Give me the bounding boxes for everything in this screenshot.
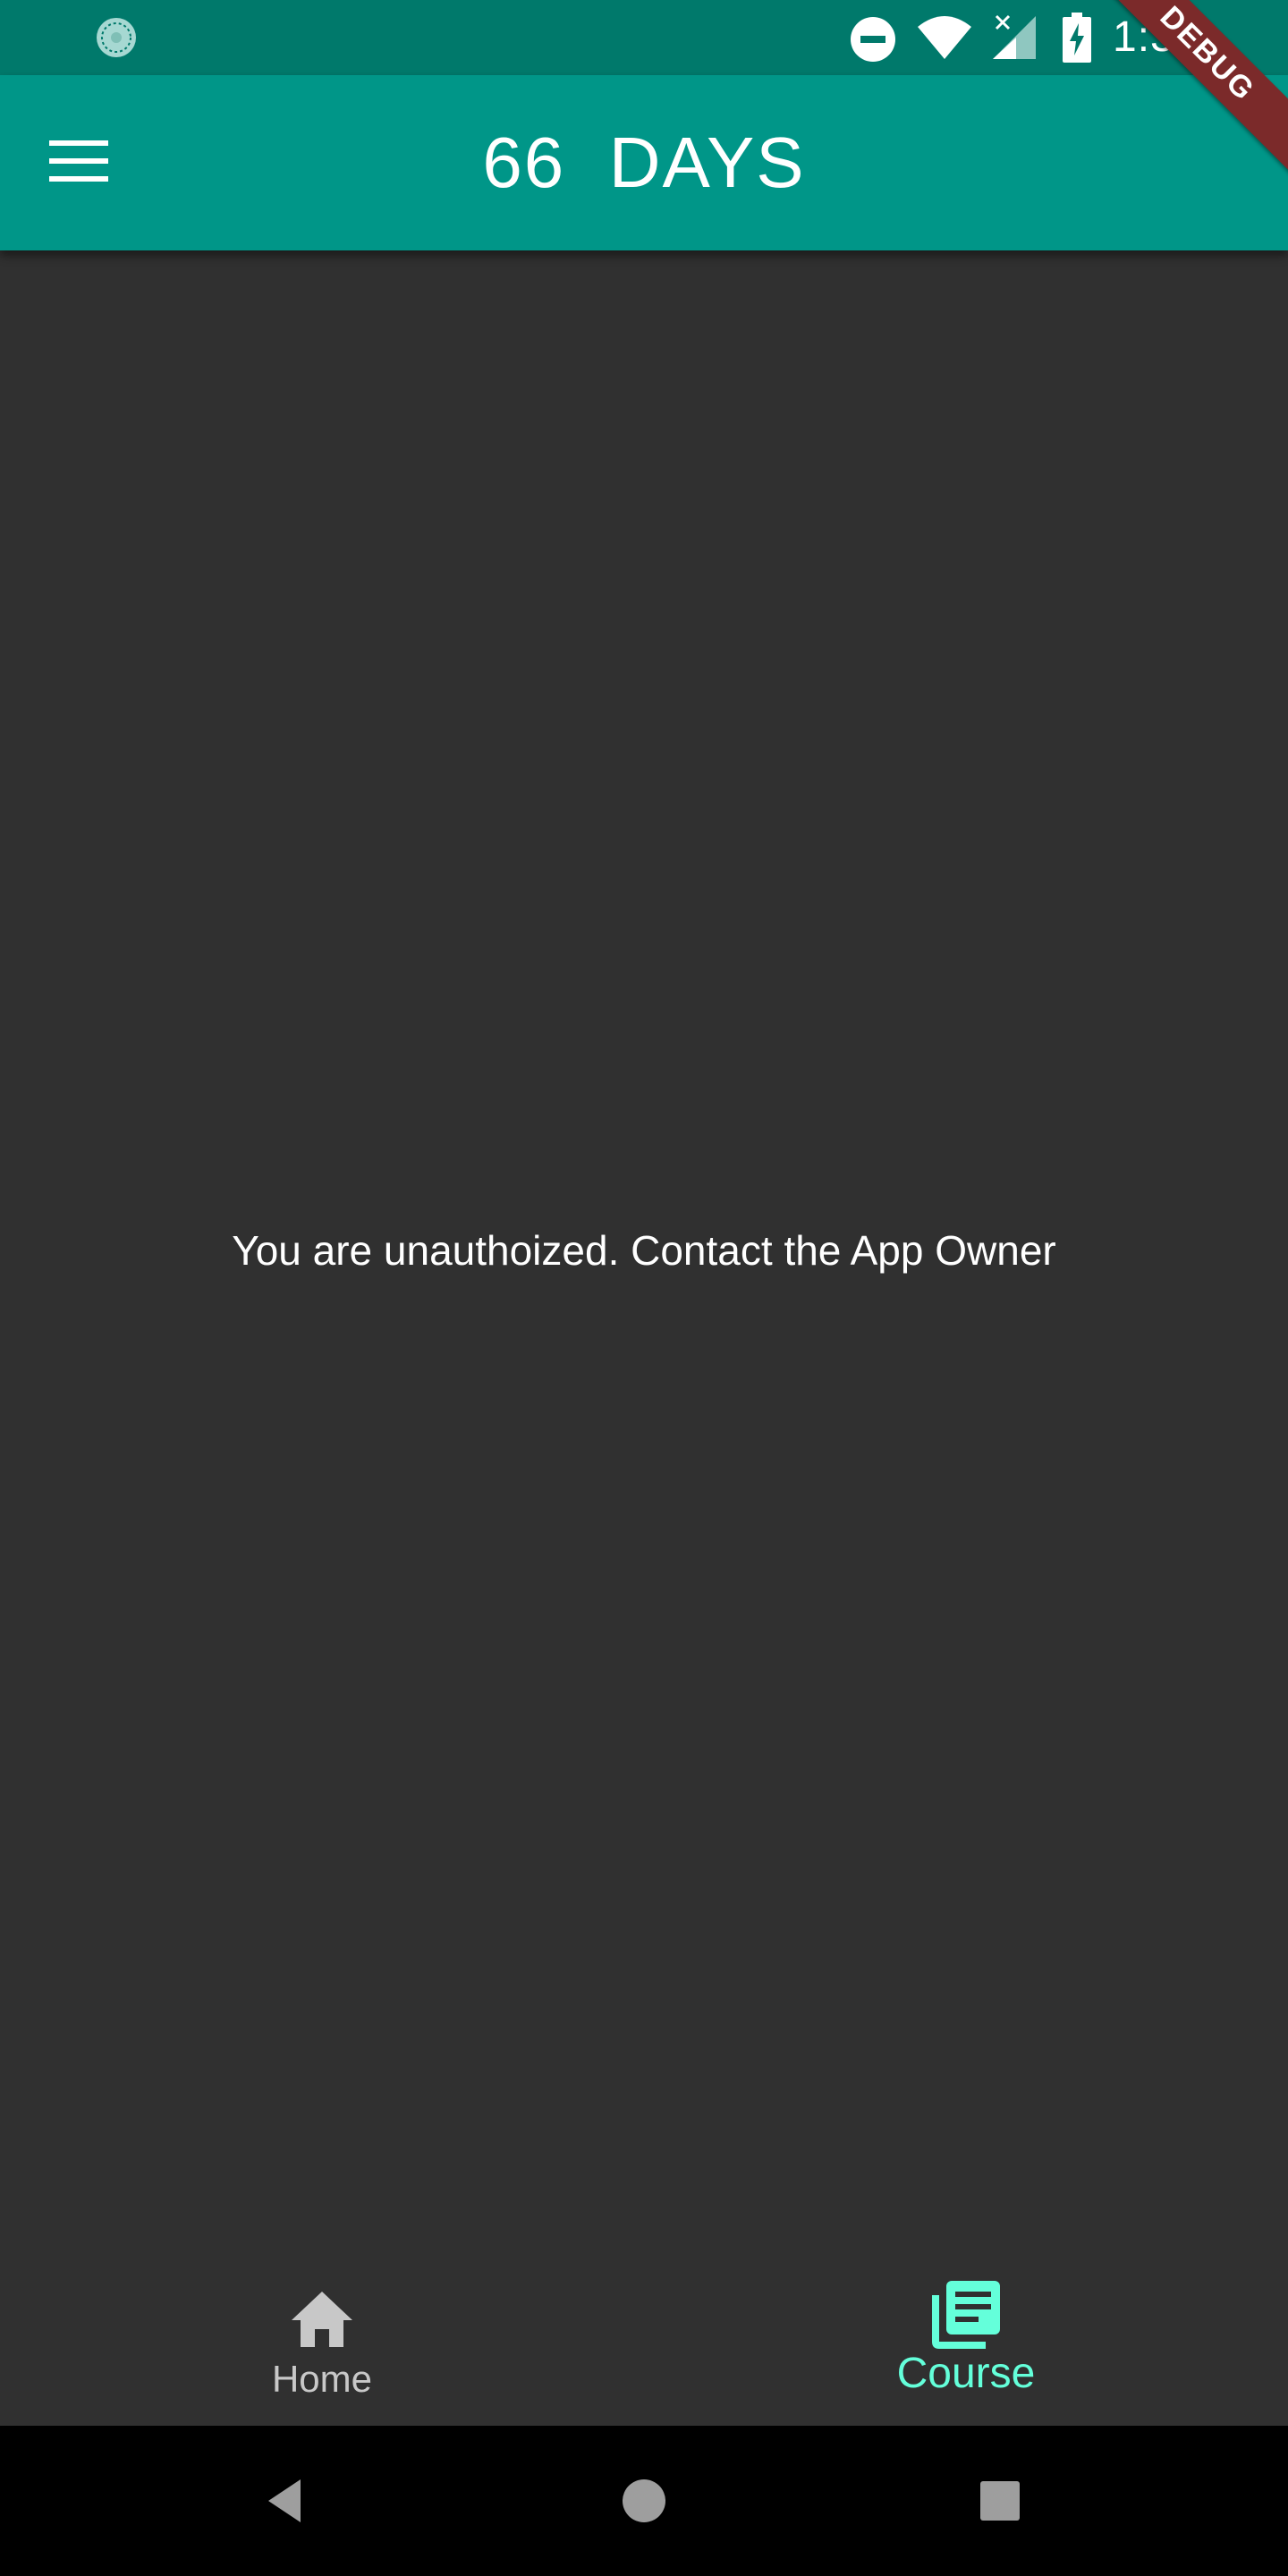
bottom-nav-course-label: Course xyxy=(896,2350,1036,2397)
recents-icon[interactable] xyxy=(973,2474,1027,2528)
home-circle-icon[interactable] xyxy=(617,2474,671,2528)
wifi-icon xyxy=(916,14,973,65)
signal-icon xyxy=(991,14,1038,65)
do-not-disturb-icon xyxy=(850,16,896,67)
bottom-navigation: Home Course xyxy=(0,2222,1288,2426)
bottom-nav-home-label: Home xyxy=(271,2358,373,2400)
battery-charging-icon xyxy=(1063,13,1091,67)
library-books-icon xyxy=(927,2275,1005,2354)
sync-icon xyxy=(95,16,138,59)
unauthorized-message: You are unauthoized. Contact the App Own… xyxy=(232,1227,1056,1274)
status-bar: 1:36 xyxy=(0,0,1288,75)
app-bar: 66 DAYS xyxy=(0,75,1288,250)
bottom-nav-home[interactable]: Home xyxy=(0,2222,644,2426)
app-title: 66 DAYS xyxy=(482,123,806,202)
app-screen: 1:36 DEBUG 66 DAYS You are unauthoized. … xyxy=(0,0,1288,2576)
back-icon[interactable] xyxy=(261,2474,315,2528)
system-navigation-bar xyxy=(0,2426,1288,2576)
home-icon xyxy=(286,2284,358,2356)
bottom-nav-course[interactable]: Course xyxy=(644,2222,1288,2426)
